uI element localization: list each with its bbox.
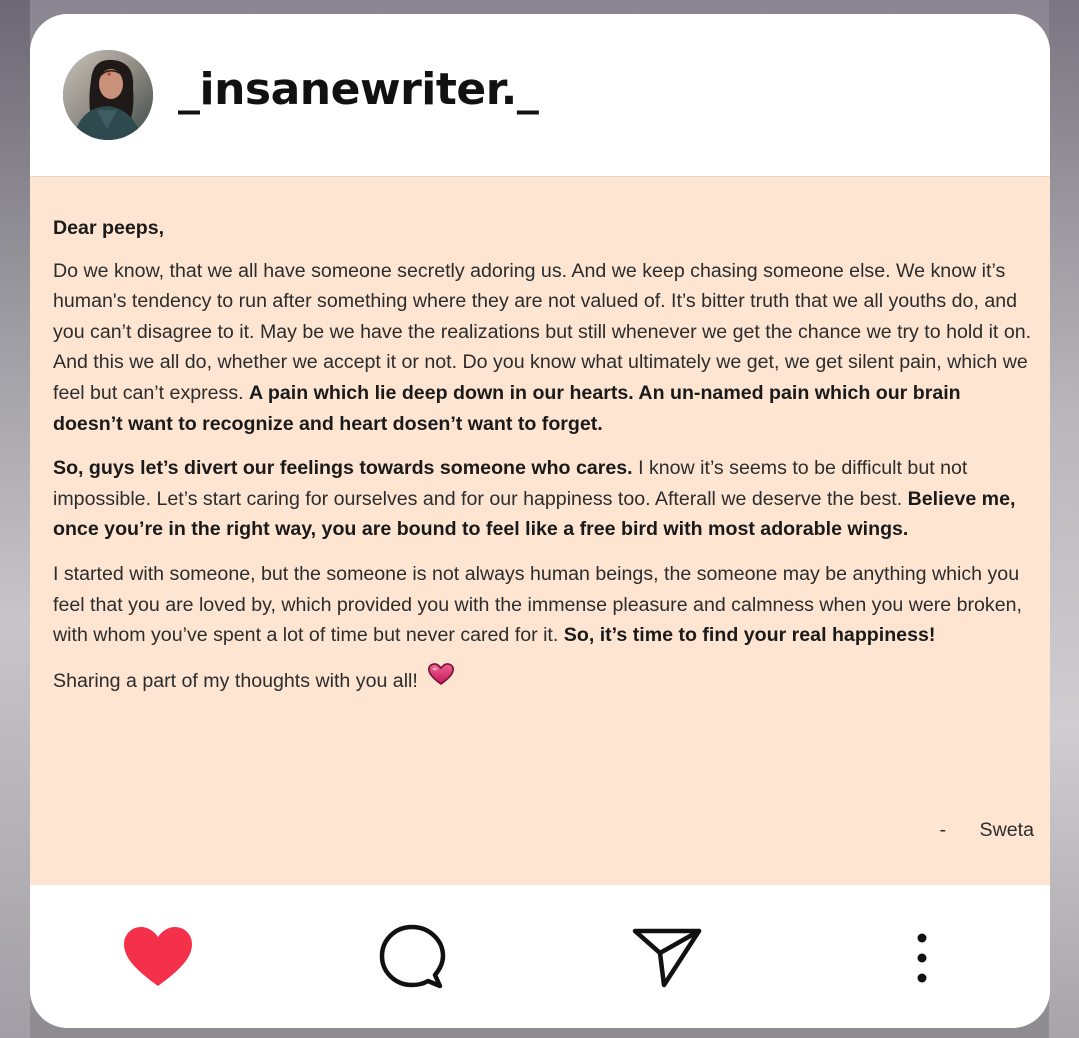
avatar[interactable] xyxy=(63,50,153,140)
avatar-photo xyxy=(63,50,153,140)
heart-emoji-icon xyxy=(427,662,455,696)
signature-dash: - xyxy=(939,819,947,841)
more-vertical-icon xyxy=(917,933,927,983)
letter-paragraph-1: Do we know, that we all have someone sec… xyxy=(53,256,1033,440)
background-blur-right xyxy=(1049,0,1079,1038)
letter-signature: - Sweta xyxy=(940,819,1034,842)
letter-text: Dear peeps, Do we know, that we all have… xyxy=(53,213,1033,712)
comment-icon xyxy=(379,924,446,989)
letter-closing: Sharing a part of my thoughts with you a… xyxy=(53,662,1033,699)
letter-greeting: Dear peeps, xyxy=(53,217,165,239)
more-options-button[interactable] xyxy=(882,923,962,993)
paragraph-2-emphasis-start: So, guys let’s divert our feelings towar… xyxy=(53,457,633,480)
post-card: _insanewriter._ Dear peeps, Do we know, … xyxy=(30,14,1050,1028)
username[interactable]: _insanewriter._ xyxy=(178,64,539,115)
paragraph-3-emphasis: So, it’s time to find your real happines… xyxy=(563,624,936,647)
signature-name: Sweta xyxy=(979,819,1034,841)
closing-text: Sharing a part of my thoughts with you a… xyxy=(53,669,424,692)
post-header: _insanewriter._ xyxy=(30,14,1050,176)
comment-button[interactable] xyxy=(373,923,453,993)
letter-paragraph-3: I started with someone, but the someone … xyxy=(53,559,1033,651)
post-image[interactable]: Dear peeps, Do we know, that we all have… xyxy=(30,176,1050,886)
heart-icon xyxy=(124,927,192,986)
letter-paragraph-2: So, guys let’s divert our feelings towar… xyxy=(53,453,1033,545)
share-button[interactable] xyxy=(627,923,707,993)
send-icon xyxy=(632,928,702,988)
like-button[interactable] xyxy=(118,923,198,993)
action-bar xyxy=(30,885,1050,1028)
background-blur-left xyxy=(0,0,30,1038)
